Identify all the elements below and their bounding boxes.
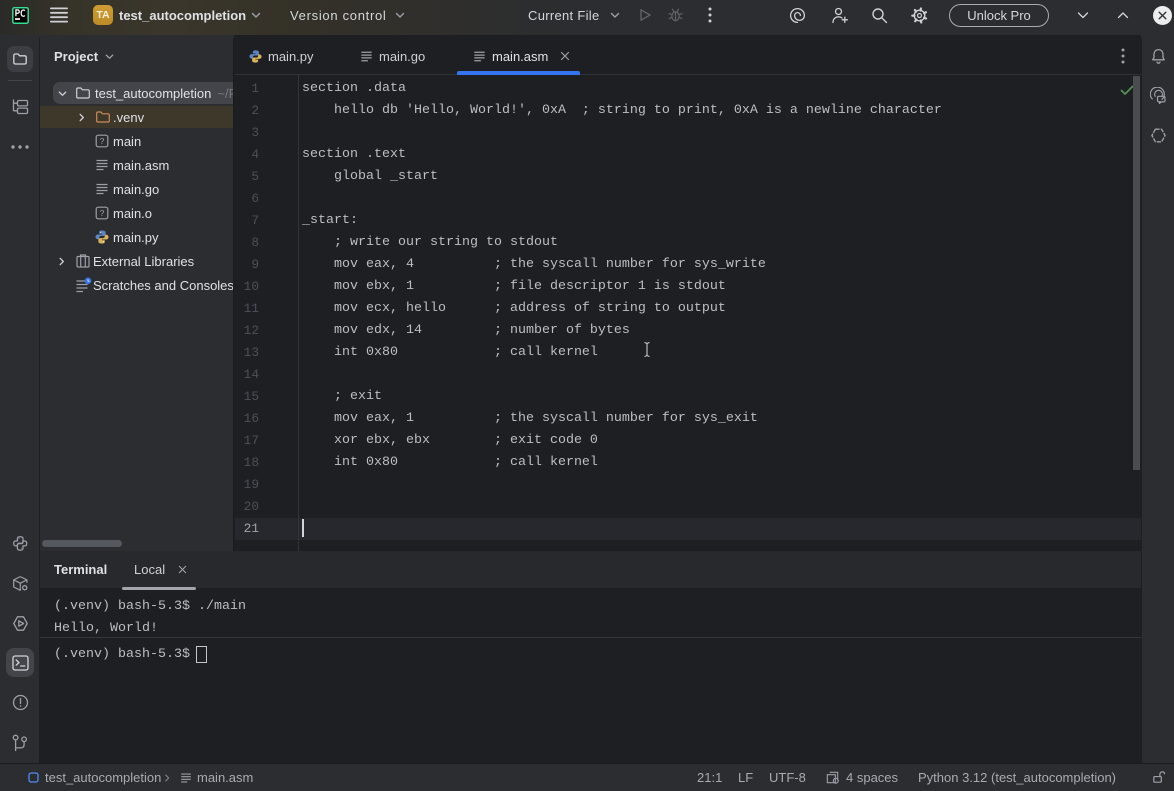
svg-text:?: ? [100,136,105,146]
svg-text:?: ? [100,208,105,218]
